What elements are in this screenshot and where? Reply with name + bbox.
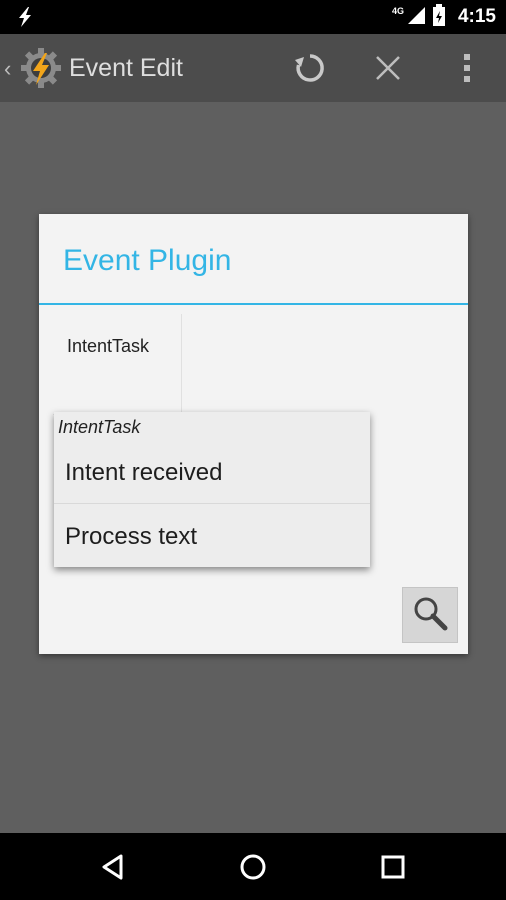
status-time: 4:15 bbox=[457, 6, 496, 27]
popup-item-label: Process text bbox=[65, 523, 198, 550]
home-circle-icon[interactable] bbox=[233, 847, 273, 887]
tasker-app-icon[interactable] bbox=[18, 45, 64, 91]
recents-square-icon[interactable] bbox=[373, 847, 413, 887]
network-type-label: 4G bbox=[391, 6, 404, 16]
search-icon bbox=[411, 594, 449, 637]
back-triangle-icon[interactable] bbox=[93, 847, 133, 887]
navigation-bar bbox=[0, 833, 506, 900]
undo-icon[interactable] bbox=[290, 48, 330, 88]
overflow-menu-icon[interactable] bbox=[447, 48, 487, 88]
search-button[interactable] bbox=[402, 587, 458, 643]
close-icon[interactable] bbox=[368, 48, 408, 88]
back-caret-icon[interactable]: ‹ bbox=[4, 56, 11, 82]
action-bar-title: Event Edit bbox=[69, 54, 183, 82]
popup-item-label: Intent received bbox=[65, 459, 223, 486]
signal-icon bbox=[406, 5, 426, 30]
lightning-notification-icon bbox=[14, 6, 36, 33]
plugin-tile-intenttask[interactable]: IntentTask bbox=[53, 314, 182, 415]
plugin-tile-label: IntentTask bbox=[67, 336, 150, 356]
status-bar: 4G 4:15 bbox=[0, 0, 506, 34]
battery-icon bbox=[432, 3, 446, 31]
popup-item-intent-received[interactable]: Intent received bbox=[54, 440, 370, 504]
status-right-group: 4G 4:15 bbox=[392, 0, 496, 34]
action-bar: ‹ Event Edit bbox=[0, 34, 506, 102]
dialog-title-divider bbox=[39, 303, 468, 305]
plugin-action-popup: IntentTask Intent received Process text bbox=[54, 412, 370, 567]
dialog-title: Event Plugin bbox=[63, 244, 232, 277]
popup-item-process-text[interactable]: Process text bbox=[54, 504, 370, 568]
popup-header: IntentTask bbox=[58, 417, 141, 437]
